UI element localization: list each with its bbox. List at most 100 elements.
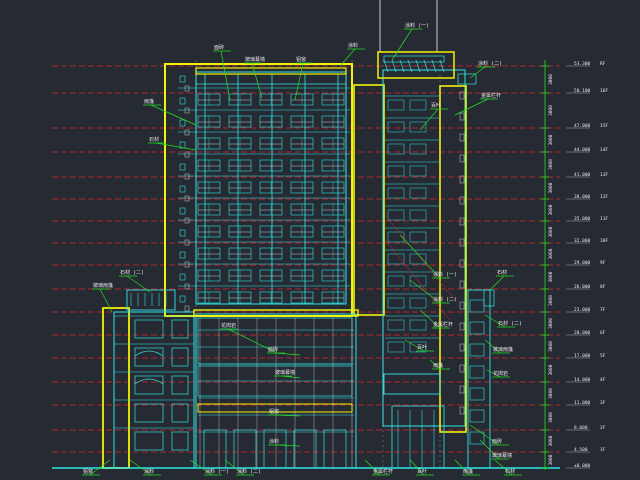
callout-label: 涂料 (144, 468, 154, 475)
edge-dash (179, 273, 186, 281)
floor-label: 9F (600, 260, 606, 266)
callout-label: 涂料 (348, 42, 358, 49)
callout-label: 铝窗 (296, 56, 306, 63)
podium-window (171, 375, 189, 395)
callout-label: 金属栏杆 (433, 321, 453, 328)
entrance-frame (391, 405, 445, 469)
podium-left-yellow (102, 307, 130, 469)
arch (134, 378, 164, 385)
callout-label: 百叶 (417, 468, 427, 475)
callout-leader (155, 142, 197, 151)
podium-right-window (469, 387, 485, 401)
dimension-value: 3000 (548, 204, 554, 215)
roof-parapet (195, 67, 347, 75)
edge-dash (459, 322, 465, 331)
floor-label: 12F (600, 194, 608, 200)
edge-dash (184, 173, 190, 180)
dimension-value: 3000 (548, 105, 554, 116)
dimension-value: 3000 (548, 182, 554, 193)
callout-label: 玻璃幕墙 (492, 452, 512, 459)
shopfront (323, 429, 347, 469)
window (409, 297, 427, 309)
window (387, 297, 405, 309)
callout-label: 花岗岩 (221, 322, 236, 329)
floor-label: 6F (600, 330, 606, 336)
edge-dash (459, 112, 465, 121)
podium-window (171, 403, 189, 423)
floor-label: 3F (600, 400, 606, 406)
dimension-value: 3000 (548, 412, 554, 423)
window (387, 99, 405, 111)
callout-label: 面砖 (214, 44, 224, 51)
floor-label: 1F (600, 447, 606, 453)
window (387, 341, 405, 353)
window (387, 209, 405, 221)
tower-outline-yellow (164, 63, 353, 317)
right-tower-outline (353, 84, 385, 316)
edge-dash (459, 154, 465, 163)
edge-dash (459, 238, 465, 247)
callout-label: 涂料 (一) (405, 22, 429, 29)
callout-label: 石材 (二) (120, 269, 144, 276)
podium-right-window (469, 409, 485, 423)
callout-label: 涂料 (一) (205, 468, 229, 475)
callout-leader (489, 275, 505, 291)
window (409, 231, 427, 243)
callout-label: 玻璃雨篷 (493, 346, 513, 353)
callout-label: 面砖 (492, 438, 502, 445)
edge-dash (179, 163, 186, 171)
dimension-value: 3000 (548, 435, 554, 446)
callout-label: 金属栏杆 (373, 468, 393, 475)
callout-label: 雨篷 (433, 362, 443, 369)
callout-label: 金属栏杆 (481, 92, 501, 99)
podium-window (134, 319, 164, 339)
callout-label: 玻璃雨篷 (93, 282, 113, 289)
edge-dash (459, 217, 465, 226)
callout-leader (469, 66, 486, 79)
edge-dash (459, 196, 465, 205)
edge-dash (179, 229, 186, 237)
podium-right-cap (483, 289, 495, 307)
edge-dash (459, 406, 465, 415)
edge-dash (459, 301, 465, 310)
podium-window (134, 431, 164, 451)
shopfront (293, 429, 317, 469)
callout-leader (391, 28, 413, 61)
callout-label: 石材 (497, 269, 507, 276)
podium-left-frame (113, 311, 195, 469)
edge-dash (179, 97, 186, 105)
dimension-value: 3000 (548, 248, 554, 259)
podium-right-window (469, 321, 485, 335)
edge-dash (184, 217, 190, 224)
elevation-drawing: 53.300 RF50.100 16F47.000 15F44.000 14F41.00… (52, 0, 608, 476)
edge-dash (184, 129, 190, 136)
podium-right-window (469, 343, 485, 357)
dimension-value: 3000 (548, 388, 554, 399)
dimension-value: 3000 (548, 134, 554, 145)
dimension-value: 3000 (548, 295, 554, 306)
callout-label: 花岗岩 (493, 370, 508, 377)
edge-dash (184, 261, 190, 268)
floor-label: 7F (600, 307, 606, 313)
canopy (383, 373, 441, 395)
window (387, 253, 405, 265)
callout-label: 石材 (149, 136, 159, 143)
edge-dash (459, 280, 465, 289)
shopfront (233, 429, 257, 469)
edge-dash (459, 259, 465, 268)
callout-label: 雨篷 (463, 468, 473, 475)
edge-dash (179, 251, 186, 259)
cad-elevation-canvas: 53.300 RF 50.100 16F 47.000 15F 44.000 14F 41.00… (0, 0, 640, 480)
window (409, 99, 427, 111)
edge-dash (179, 295, 186, 303)
window (409, 319, 427, 331)
dimension-value: 3000 (548, 341, 554, 352)
callout-label: 涂料 (269, 438, 279, 445)
callout-label: 石材 (二) (498, 320, 522, 327)
window (409, 209, 427, 221)
dimension-value: 3000 (548, 271, 554, 282)
callout-label: 涂料 (二) (433, 296, 457, 303)
edge-dash (459, 133, 465, 142)
window (409, 143, 427, 155)
window (409, 187, 427, 199)
